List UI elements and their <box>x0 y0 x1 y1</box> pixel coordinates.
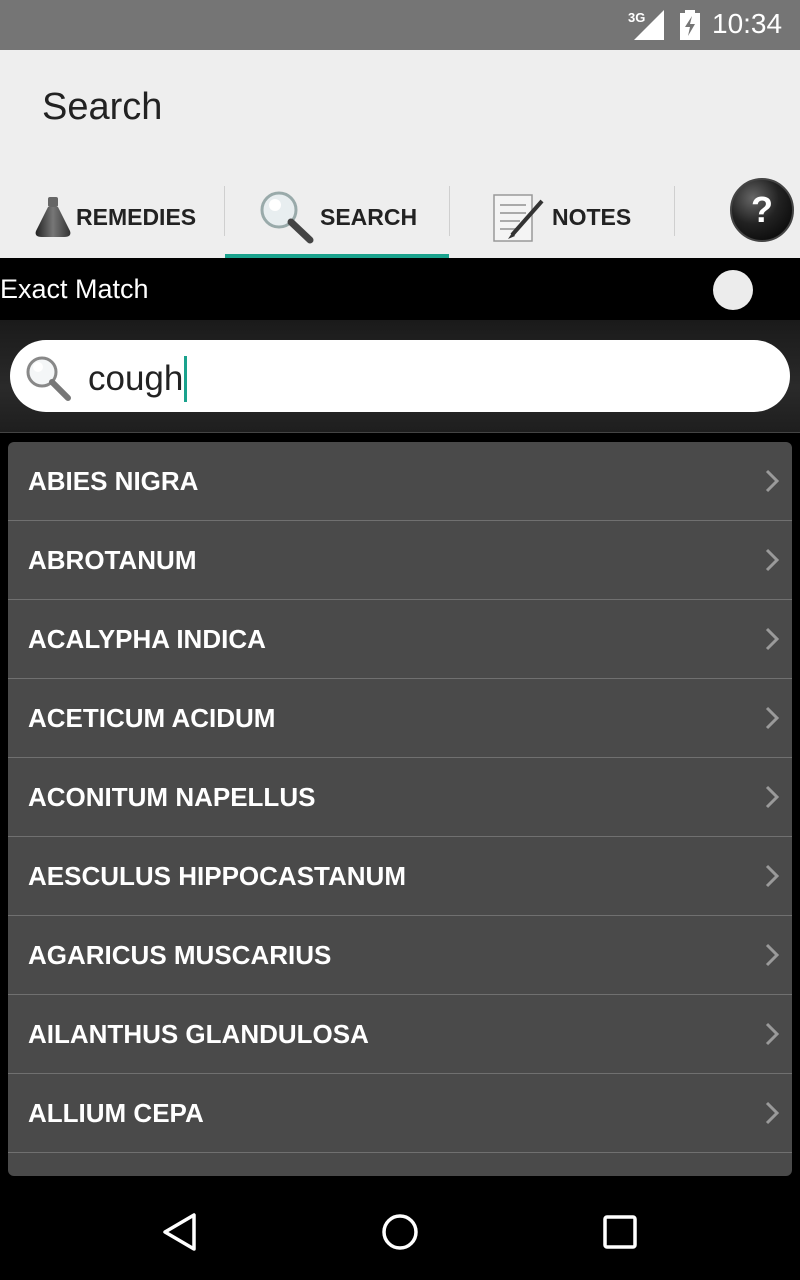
list-item[interactable]: ABIES NIGRA <box>8 442 792 521</box>
notepad-icon <box>493 194 544 242</box>
chevron-right-icon <box>765 864 780 888</box>
tab-divider <box>224 186 225 236</box>
chevron-right-icon <box>765 1101 780 1125</box>
screen: 3G 10:34 Search REMEDIES SEARCH NOTES ? … <box>0 0 800 1280</box>
page-title: Search <box>42 86 163 128</box>
clock: 10:34 <box>712 8 783 39</box>
tab-notes[interactable]: NOTES <box>490 176 631 258</box>
chevron-right-icon <box>765 469 780 493</box>
search-value: cough <box>88 359 184 398</box>
list-item-label: ALLIUM CEPA <box>28 1097 204 1128</box>
search-query: cough <box>88 356 188 402</box>
search-input[interactable]: cough <box>10 340 790 412</box>
list-item[interactable]: ALLIUM CEPA <box>8 1074 792 1153</box>
list-item[interactable]: AILANTHUS GLANDULOSA <box>8 995 792 1074</box>
list-item-label: ACETICUM ACIDUM <box>28 702 276 733</box>
list-item[interactable]: AGARICUS MUSCARIUS <box>8 916 792 995</box>
tab-search-label: SEARCH <box>320 203 418 230</box>
text-cursor <box>184 356 188 402</box>
results-list: ABIES NIGRA ABROTANUM ACALYPHA INDICA AC… <box>8 442 792 1176</box>
flask-icon <box>35 197 71 237</box>
list-item-label: ACALYPHA INDICA <box>28 623 266 654</box>
tab-divider <box>449 186 450 236</box>
exact-match-switch[interactable] <box>713 270 753 310</box>
exact-match-row: Exact Match <box>0 258 800 320</box>
chevron-right-icon <box>765 785 780 809</box>
help-icon: ? <box>751 189 773 230</box>
chevron-right-icon <box>765 548 780 572</box>
search-icon <box>26 356 71 401</box>
list-item-label: ACONITUM NAPELLUS <box>28 781 316 812</box>
tab-remedies[interactable]: REMEDIES <box>30 176 196 258</box>
home-icon[interactable] <box>378 1210 422 1254</box>
list-item-label: ABROTANUM <box>28 544 197 575</box>
app-bar: Search REMEDIES SEARCH NOTES ? <box>0 50 800 258</box>
list-item[interactable]: ACONITUM NAPELLUS <box>8 758 792 837</box>
tab-divider <box>674 186 675 236</box>
navigation-bar <box>0 1180 800 1280</box>
list-item-label: AESCULUS HIPPOCASTANUM <box>28 860 406 891</box>
tab-bar: REMEDIES SEARCH NOTES ? <box>0 176 800 258</box>
magnifier-icon <box>260 191 314 244</box>
list-item[interactable]: ACETICUM ACIDUM <box>8 679 792 758</box>
chevron-right-icon <box>765 943 780 967</box>
list-item-label: AILANTHUS GLANDULOSA <box>28 1018 369 1049</box>
chevron-right-icon <box>765 1022 780 1046</box>
search-area: cough <box>0 320 800 433</box>
tab-notes-label: NOTES <box>552 203 632 230</box>
network-type: 3G <box>628 10 646 25</box>
list-item-label: ABIES NIGRA <box>28 465 199 496</box>
tab-remedies-label: REMEDIES <box>76 203 197 230</box>
tab-search[interactable]: SEARCH <box>256 176 417 258</box>
help-button[interactable]: ? <box>730 178 794 242</box>
chevron-right-icon <box>765 627 780 651</box>
list-item[interactable]: ABROTANUM <box>8 521 792 600</box>
recents-icon[interactable] <box>598 1210 642 1254</box>
chevron-right-icon <box>765 706 780 730</box>
status-bar: 3G 10:34 <box>0 0 800 50</box>
back-icon[interactable] <box>158 1210 202 1254</box>
list-item[interactable]: AESCULUS HIPPOCASTANUM <box>8 837 792 916</box>
battery-icon <box>680 10 700 40</box>
list-item-label: AGARICUS MUSCARIUS <box>28 939 332 970</box>
exact-match-label: Exact Match <box>0 274 149 304</box>
list-item[interactable]: ACALYPHA INDICA <box>8 600 792 679</box>
